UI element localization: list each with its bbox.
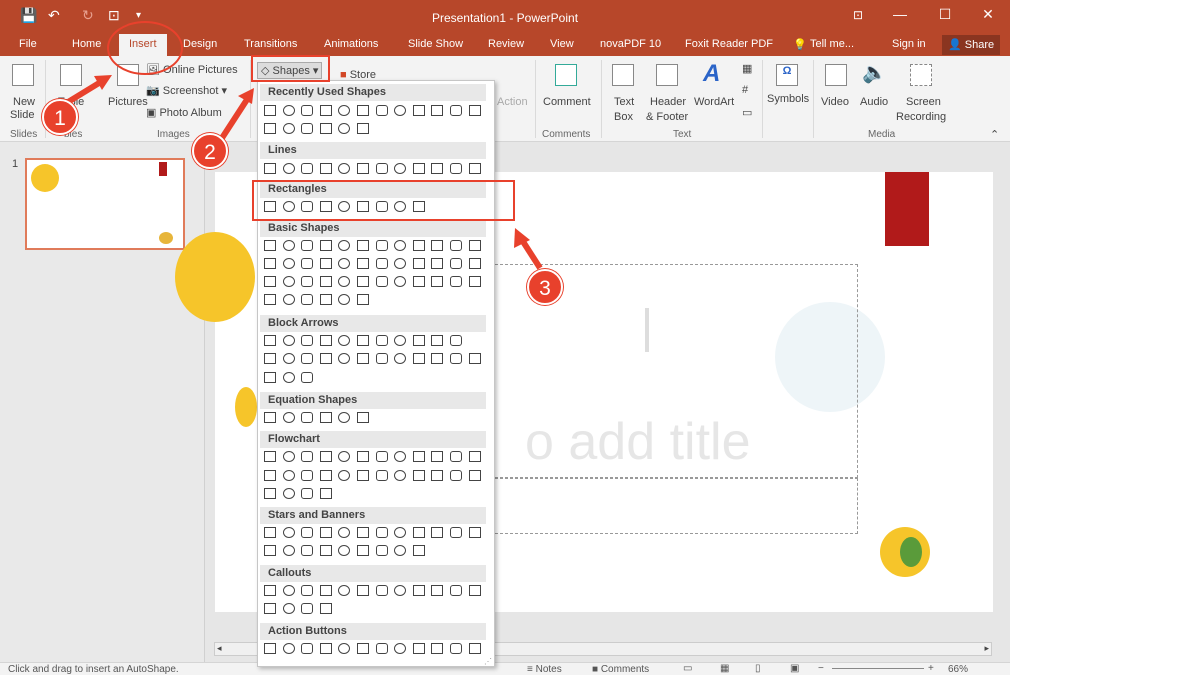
annotation-arrows xyxy=(66,75,543,270)
step-1-badge: 1 xyxy=(42,99,78,135)
arrow-2 xyxy=(219,96,251,140)
step-3-badge: 3 xyxy=(527,269,563,305)
arrow-3 xyxy=(519,238,543,270)
step-2-badge: 2 xyxy=(192,133,228,169)
outside-area xyxy=(1010,0,1200,675)
